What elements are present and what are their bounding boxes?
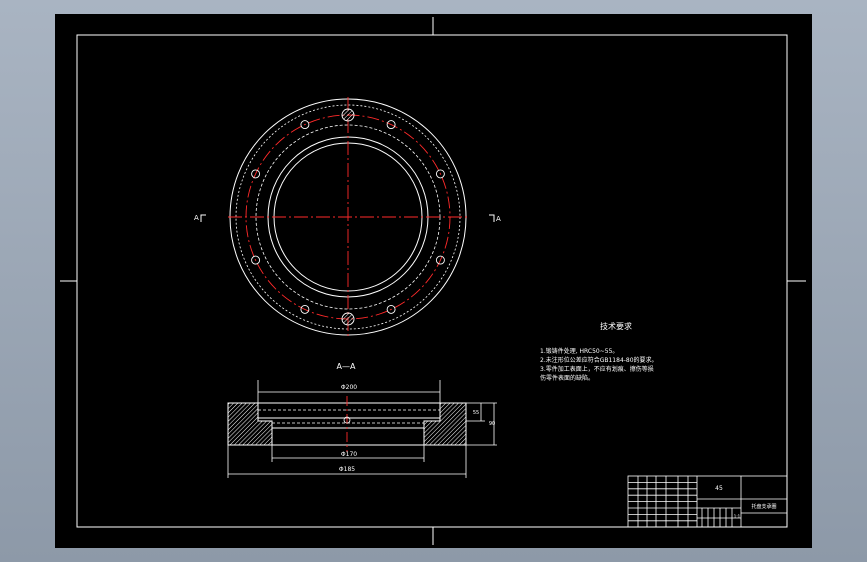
pin-hole	[341, 108, 355, 122]
dim-text-170: Φ170	[341, 451, 357, 458]
title-block-scale: 1:1	[734, 514, 741, 519]
cut-label-left: A	[194, 214, 199, 222]
tech-req-line-2: 2.未注形位公差应符合GB1184-80的要求。	[540, 356, 658, 364]
tech-req-line-4: 伤零件表面的缺陷。	[540, 374, 594, 382]
title-block-part-name: 托盘支承圈	[751, 503, 776, 510]
pin-hole	[341, 312, 355, 326]
title-block-material: 45	[715, 485, 723, 492]
drawing-canvas: A A A—A Φ200 Φ170 Φ185 55 90 技术要求 1.锻铸件处…	[60, 17, 806, 545]
title-block	[627, 475, 788, 528]
tech-req-line-1: 1.锻铸件处理, HRC50~55。	[540, 347, 618, 355]
title-block-grid	[628, 476, 741, 527]
tech-req-line-3: 3.零件加工表面上，不应有划痕、擦伤等损	[540, 365, 654, 373]
drawing-sheet: A A A—A Φ200 Φ170 Φ185 55 90 技术要求 1.锻铸件处…	[55, 14, 812, 548]
border-rectangle	[76, 34, 788, 528]
section-view-title: A—A	[337, 362, 356, 371]
drawing-frame	[60, 17, 806, 545]
right-section-hatch	[423, 402, 467, 446]
dim-text-90: 90	[489, 421, 495, 427]
left-section-hatch	[227, 402, 273, 446]
cut-mark-left	[200, 214, 206, 222]
dim-text-55: 55	[473, 410, 479, 416]
dim-text-200: Φ200	[341, 384, 357, 391]
section-view	[227, 396, 467, 452]
dim-text-185: Φ185	[339, 466, 355, 473]
plan-view	[228, 97, 468, 337]
cut-mark-right	[489, 214, 495, 222]
cad-viewport: A A A—A Φ200 Φ170 Φ185 55 90 技术要求 1.锻铸件处…	[0, 0, 867, 562]
cut-label-right: A	[496, 215, 501, 223]
tech-req-title: 技术要求	[600, 321, 632, 331]
